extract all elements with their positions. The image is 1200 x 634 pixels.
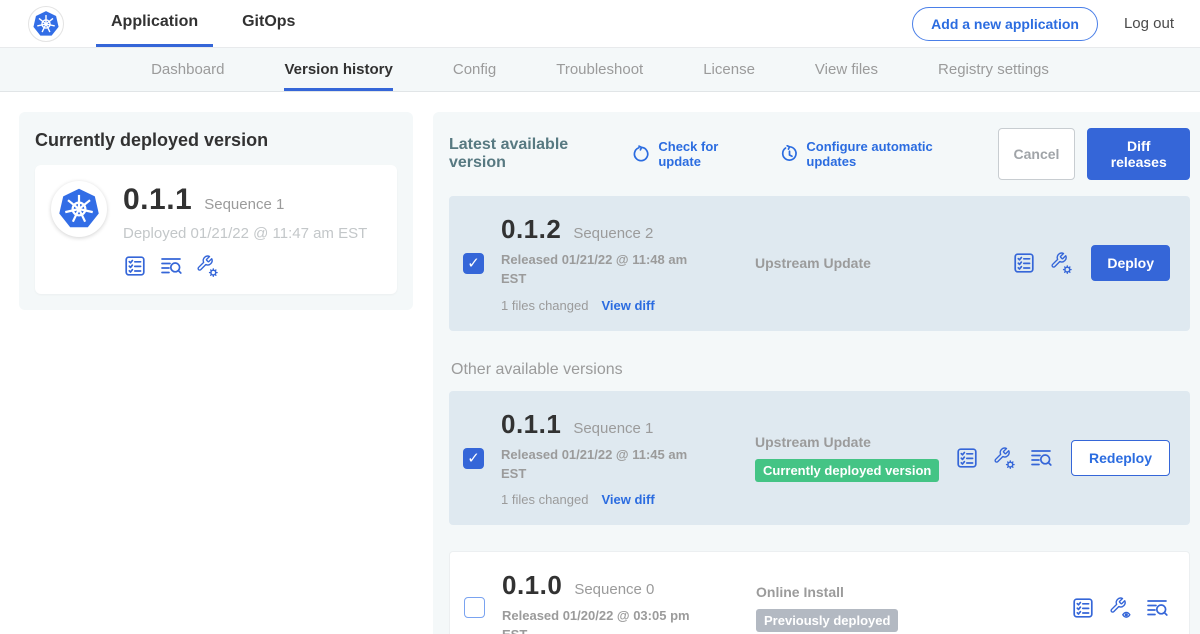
check-for-update-label: Check for update xyxy=(658,139,756,169)
version-row-0-1-0: 0.1.0 Sequence 0 Released 01/20/22 @ 03:… xyxy=(449,551,1190,634)
latest-available-title: Latest available version xyxy=(449,136,618,172)
app-sub-nav: Dashboard Version history Config Trouble… xyxy=(0,48,1200,92)
deployed-sequence-label: Sequence 1 xyxy=(204,196,284,213)
version-number: 0.1.2 xyxy=(501,214,561,245)
version-source-label: Upstream Update xyxy=(755,255,955,271)
tab-gitops[interactable]: GitOps xyxy=(227,0,310,47)
app-logo xyxy=(28,0,64,47)
top-nav-right: Add a new application Log out xyxy=(912,0,1174,47)
version-checkbox[interactable]: ✓ xyxy=(463,448,484,469)
sequence-label: Sequence 0 xyxy=(574,581,654,598)
currently-deployed-title: Currently deployed version xyxy=(35,130,397,151)
released-timestamp: Released 01/21/22 @ 11:48 am EST xyxy=(501,251,701,289)
deployed-timestamp: Deployed 01/21/22 @ 11:47 am EST xyxy=(123,225,367,242)
available-versions-panel: Latest available version Check for updat… xyxy=(433,112,1200,634)
version-number: 0.1.1 xyxy=(501,409,561,440)
top-nav: Application GitOps Add a new application… xyxy=(0,0,1200,48)
released-timestamp: Released 01/20/22 @ 03:05 pm EST xyxy=(502,607,702,634)
preflight-checks-icon[interactable] xyxy=(1071,596,1095,620)
deployed-version-number: 0.1.1 xyxy=(123,183,192,217)
version-source-label: Upstream Update xyxy=(755,434,955,450)
tab-application[interactable]: Application xyxy=(96,0,213,47)
other-available-versions-title: Other available versions xyxy=(451,361,1190,379)
subnav-tab-dashboard[interactable]: Dashboard xyxy=(151,48,224,91)
subnav-tab-view-files[interactable]: View files xyxy=(815,48,878,91)
main-content: Currently deployed version 0.1.1 Sequenc… xyxy=(0,92,1200,634)
edit-config-icon[interactable] xyxy=(1049,251,1073,275)
version-source-label: Online Install xyxy=(756,584,956,600)
version-row-0-1-2: ✓ 0.1.2 Sequence 2 Released 01/21/22 @ 1… xyxy=(449,196,1190,331)
released-timestamp: Released 01/21/22 @ 11:45 am EST xyxy=(501,446,701,484)
files-changed-label: 1 files changed xyxy=(501,298,588,313)
subnav-tab-registry-settings[interactable]: Registry settings xyxy=(938,48,1049,91)
check-for-update-link[interactable]: Check for update xyxy=(632,139,756,169)
view-diff-link[interactable]: View diff xyxy=(601,298,654,313)
available-versions-header: Latest available version Check for updat… xyxy=(449,128,1190,180)
release-notes-icon[interactable] xyxy=(1145,596,1169,620)
version-number: 0.1.0 xyxy=(502,570,562,601)
deployed-version-card: 0.1.1 Sequence 1 Deployed 01/21/22 @ 11:… xyxy=(35,165,397,294)
files-changed-label: 1 files changed xyxy=(501,492,588,507)
sequence-label: Sequence 1 xyxy=(573,420,653,437)
subnav-tab-license[interactable]: License xyxy=(703,48,755,91)
edit-config-icon[interactable] xyxy=(195,254,219,278)
diff-releases-button[interactable]: Diff releases xyxy=(1087,128,1190,180)
view-diff-link[interactable]: View diff xyxy=(601,492,654,507)
kubernetes-logo-icon xyxy=(28,6,64,42)
check-update-icon xyxy=(632,145,651,164)
cancel-button[interactable]: Cancel xyxy=(998,128,1076,180)
subnav-tab-version-history[interactable]: Version history xyxy=(284,48,392,91)
deploy-button[interactable]: Deploy xyxy=(1091,245,1170,281)
version-checkbox[interactable]: ✓ xyxy=(463,253,484,274)
top-nav-tabs: Application GitOps xyxy=(96,0,310,47)
preflight-checks-icon[interactable] xyxy=(123,254,147,278)
preflight-checks-icon[interactable] xyxy=(1012,251,1036,275)
redeploy-button[interactable]: Redeploy xyxy=(1071,440,1170,476)
preflight-checks-icon[interactable] xyxy=(955,446,979,470)
release-notes-icon[interactable] xyxy=(159,254,183,278)
previously-deployed-badge: Previously deployed xyxy=(756,609,898,632)
subnav-tab-config[interactable]: Config xyxy=(453,48,496,91)
auto-update-icon xyxy=(780,145,799,164)
version-checkbox[interactable] xyxy=(464,597,485,618)
currently-deployed-badge: Currently deployed version xyxy=(755,459,939,482)
version-row-0-1-1: ✓ 0.1.1 Sequence 1 Released 01/21/22 @ 1… xyxy=(449,391,1190,526)
logout-link[interactable]: Log out xyxy=(1124,15,1174,32)
add-new-application-button[interactable]: Add a new application xyxy=(912,7,1098,41)
release-notes-icon[interactable] xyxy=(1029,446,1053,470)
edit-config-icon[interactable] xyxy=(992,446,1016,470)
view-config-icon[interactable] xyxy=(1108,596,1132,620)
configure-automatic-updates-label: Configure automatic updates xyxy=(806,139,973,169)
configure-automatic-updates-link[interactable]: Configure automatic updates xyxy=(780,139,973,169)
currently-deployed-panel: Currently deployed version 0.1.1 Sequenc… xyxy=(19,112,413,310)
subnav-tab-troubleshoot[interactable]: Troubleshoot xyxy=(556,48,643,91)
kubernetes-logo-icon xyxy=(51,181,107,237)
sequence-label: Sequence 2 xyxy=(573,225,653,242)
